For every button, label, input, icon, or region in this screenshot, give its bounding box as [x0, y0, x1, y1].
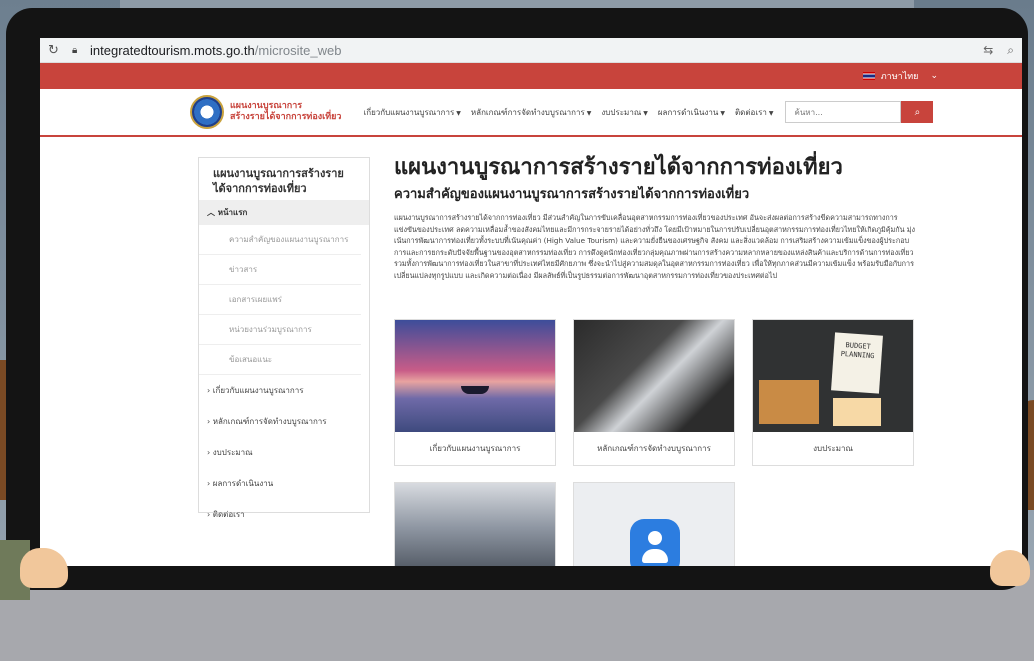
- chevron-down-icon: ▼: [720, 109, 725, 117]
- chevron-down-icon[interactable]: ⌄: [930, 71, 938, 81]
- nav-menu: เกี่ยวกับแผนงานบูรณาการ ▼ หลักเกณฑ์การจัด…: [364, 106, 774, 119]
- user-icon-head: [648, 531, 662, 545]
- card-criteria[interactable]: หลักเกณฑ์การจัดทำงบบูรณาการ: [573, 319, 735, 466]
- sidebar-item-label: งบประมาณ: [212, 448, 253, 457]
- nav-item-label: ผลการดำเนินงาน: [657, 107, 719, 117]
- sidebar-item-label: หน้าแรก: [217, 208, 248, 217]
- sidebar-item-contact[interactable]: › ติดต่อเรา: [199, 499, 369, 530]
- main-navigation: แผนงานบูรณาการ สร้างรายได้จากการท่องเที่…: [40, 89, 1022, 137]
- card-results[interactable]: [394, 482, 556, 566]
- lock-icon[interactable]: 🔒︎: [72, 45, 88, 56]
- card-image-people: [395, 483, 555, 566]
- page-subtitle: ความสำคัญของแผนงานบูรณาการสร้างรายได้จาก…: [394, 187, 750, 202]
- sidebar-subitem-documents[interactable]: เอกสารเผยแพร่: [199, 285, 361, 315]
- search-input[interactable]: [785, 101, 902, 123]
- sidebar: แผนงานบูรณาการสร้างรายได้จากการท่องเที่ย…: [198, 157, 370, 519]
- nav-item-criteria[interactable]: หลักเกณฑ์การจัดทำงบบูรณาการ ▼: [471, 106, 591, 119]
- sidebar-item-about[interactable]: › เกี่ยวกับแผนงานบูรณาการ: [199, 375, 369, 406]
- browser-screen: ↻ 🔒︎ integratedtourism.mots.go.th/micros…: [40, 38, 1022, 566]
- sidebar-title: แผนงานบูรณาการสร้างรายได้จากการท่องเที่ย…: [213, 167, 344, 195]
- budget-note: BUDGET PLANNING: [831, 332, 883, 394]
- sidebar-item-home[interactable]: ︿ หน้าแรก: [199, 200, 369, 225]
- sidebar-item-label: เกี่ยวกับแผนงานบูรณาการ: [212, 386, 304, 395]
- logo-emblem-icon: [190, 95, 224, 129]
- nav-item-budget[interactable]: งบประมาณ ▼: [601, 106, 647, 119]
- nav-item-label: หลักเกณฑ์การจัดทำงบบูรณาการ: [470, 107, 585, 117]
- nav-item-label: ติดต่อเรา: [734, 107, 767, 117]
- nav-item-results[interactable]: ผลการดำเนินงาน ▼: [658, 106, 725, 119]
- card-image-user: [574, 483, 734, 566]
- translate-icon[interactable]: ⇆: [983, 43, 993, 58]
- nav-item-about[interactable]: เกี่ยวกับแผนงานบูรณาการ ▼: [364, 106, 461, 119]
- url-path: /microsite_web: [254, 42, 342, 58]
- card-caption: งบประมาณ: [813, 444, 853, 453]
- address-bar[interactable]: ↻ 🔒︎ integratedtourism.mots.go.th/micros…: [40, 38, 1022, 63]
- language-selector[interactable]: ภาษาไทย: [881, 69, 919, 83]
- page-title: แผนงานบูรณาการสร้างรายได้จากการท่องเที่ย…: [394, 155, 843, 180]
- sidebar-item-label: หลักเกณฑ์การจัดทำงบบูรณาการ: [212, 417, 327, 426]
- sidebar-subitem-agencies[interactable]: หน่วยงานร่วมบูรณาการ: [199, 315, 361, 345]
- nav-item-contact[interactable]: ติดต่อเรา ▼: [735, 106, 774, 119]
- top-bar: ภาษาไทย ⌄: [40, 63, 1022, 89]
- logo-line-2: สร้างรายได้จากการท่องเที่ยว: [230, 112, 342, 122]
- nav-item-label: งบประมาณ: [601, 107, 642, 117]
- reload-icon[interactable]: ↻: [48, 43, 64, 58]
- intro-paragraph: แผนงานบูรณาการสร้างรายได้จากการท่องเที่ย…: [394, 213, 916, 280]
- chevron-down-icon: ▼: [586, 109, 592, 117]
- card-caption: เกี่ยวกับแผนงานบูรณาการ: [429, 444, 521, 453]
- user-icon-body: [642, 549, 668, 563]
- notebook-shape: [759, 380, 819, 424]
- search-button[interactable]: ⌕: [901, 101, 934, 123]
- address-bar-actions: ⇆ ⌕: [983, 43, 1014, 58]
- logo-text: แผนงานบูรณาการ สร้างรายได้จากการท่องเที่…: [230, 101, 342, 123]
- search-box: ⌕: [785, 101, 934, 123]
- zoom-icon[interactable]: ⌕: [1007, 43, 1014, 58]
- sidebar-item-results[interactable]: › ผลการดำเนินงาน: [199, 468, 369, 499]
- sidebar-item-label: ติดต่อเรา: [212, 510, 245, 519]
- sticky-note-shape: [833, 398, 881, 426]
- sidebar-item-label: ผลการดำเนินงาน: [212, 479, 274, 488]
- thai-flag-icon: [862, 72, 875, 80]
- logo-line-1: แผนงานบูรณาการ: [230, 101, 303, 111]
- sidebar-subitem-suggestions[interactable]: ข้อเสนอแนะ: [199, 345, 361, 375]
- card-image-sunset: [395, 320, 555, 432]
- chevron-down-icon: ▼: [456, 109, 461, 117]
- card-caption: หลักเกณฑ์การจัดทำงบบูรณาการ: [597, 444, 711, 453]
- card-contact[interactable]: [573, 482, 735, 566]
- character-left-hand: [20, 548, 68, 588]
- card-about[interactable]: เกี่ยวกับแผนงานบูรณาการ: [394, 319, 556, 466]
- chevron-up-icon: ︿: [207, 208, 218, 217]
- sidebar-item-budget[interactable]: › งบประมาณ: [199, 437, 369, 468]
- user-icon: [630, 519, 680, 566]
- card-image-budget: BUDGET PLANNING: [753, 320, 913, 432]
- card-budget[interactable]: BUDGET PLANNING งบประมาณ: [752, 319, 914, 466]
- monitor-frame: ↻ 🔒︎ integratedtourism.mots.go.th/micros…: [6, 8, 1028, 590]
- card-image-meeting: [574, 320, 734, 432]
- sidebar-subitem-importance[interactable]: ความสำคัญของแผนงานบูรณาการ: [199, 225, 361, 255]
- character-right-hand: [990, 550, 1030, 586]
- nav-item-label: เกี่ยวกับแผนงานบูรณาการ: [363, 107, 455, 117]
- chevron-down-icon: ▼: [643, 109, 648, 117]
- sidebar-item-criteria[interactable]: › หลักเกณฑ์การจัดทำงบบูรณาการ: [199, 406, 369, 437]
- sidebar-subitem-news[interactable]: ข่าวสาร: [199, 255, 361, 285]
- search-icon: ⌕: [914, 106, 921, 118]
- site-logo[interactable]: แผนงานบูรณาการ สร้างรายได้จากการท่องเที่…: [190, 95, 342, 129]
- url-text[interactable]: integratedtourism.mots.go.th/microsite_w…: [90, 43, 341, 58]
- url-host: integratedtourism.mots.go.th: [90, 42, 255, 58]
- main-article: แผนงานบูรณาการสร้างรายได้จากการท่องเที่ย…: [394, 155, 919, 281]
- chevron-down-icon: ▼: [768, 109, 774, 117]
